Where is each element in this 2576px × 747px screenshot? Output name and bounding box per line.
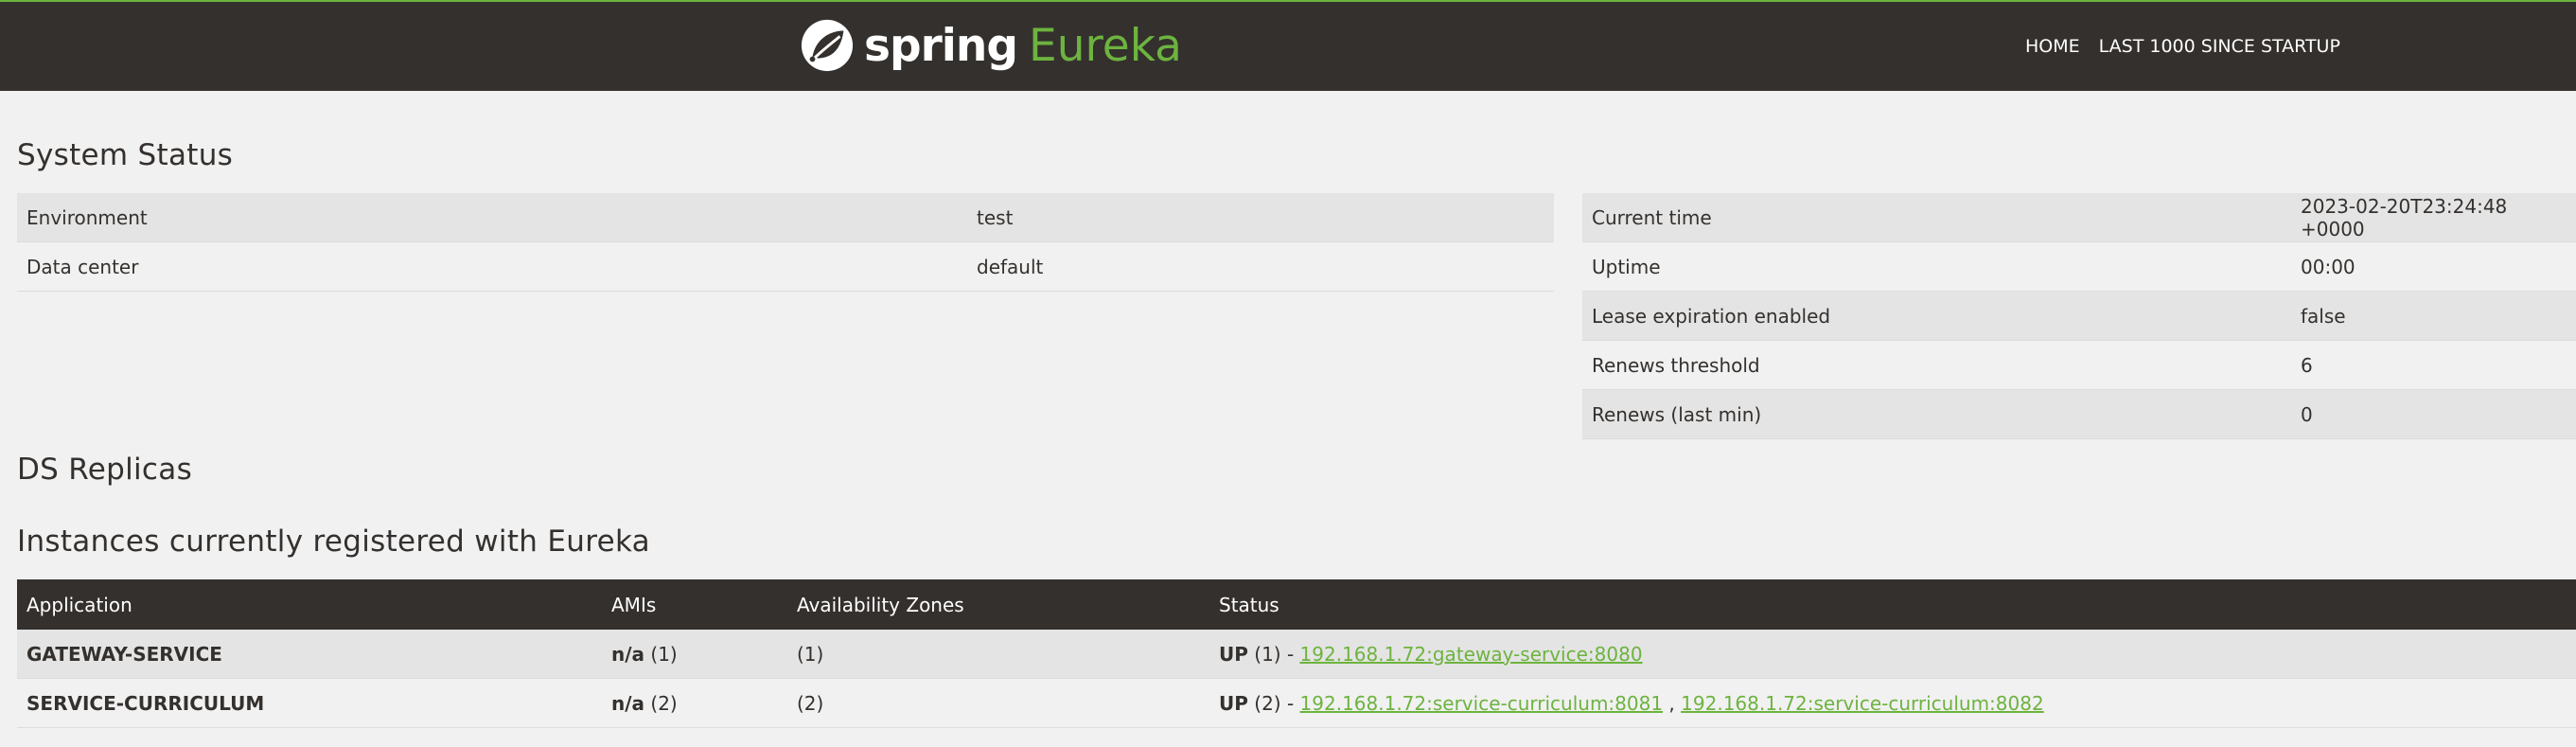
status-label: Uptime (1582, 241, 2291, 292)
status-up: UP (1219, 642, 1248, 666)
amis-count: (2) (644, 691, 678, 715)
nav-links: HOME LAST 1000 SINCE STARTUP (2025, 36, 2340, 57)
status-row-renews-last-min: Renews (last min) 0 (1582, 389, 2576, 439)
spring-eureka-logo[interactable]: spring Eureka (800, 17, 1182, 74)
amis-cell: n/a (2) (602, 678, 787, 728)
status-value: 2023-02-20T23:24:48 +0000 (2291, 193, 2576, 242)
instance-link[interactable]: 192.168.1.72:service-curriculum:8081 (1300, 692, 1664, 715)
status-cell: UP (1) - 192.168.1.72:gateway-service:80… (1209, 630, 2576, 679)
instances-header-row: Application AMIs Availability Zones Stat… (17, 579, 2576, 630)
col-header-availability-zones: Availability Zones (787, 579, 1209, 630)
amis-cell: n/a (1) (602, 630, 787, 679)
col-header-status: Status (1209, 579, 2576, 630)
link-separator: , (1663, 691, 1682, 715)
status-label: Data center (17, 241, 967, 292)
status-cell: UP (2) - 192.168.1.72:service-curriculum… (1209, 678, 2576, 728)
application-name: GATEWAY-SERVICE (17, 630, 602, 679)
system-status-right-table: Current time 2023-02-20T23:24:48 +0000 U… (1582, 193, 2576, 439)
amis-value: n/a (611, 642, 645, 666)
system-status-title: System Status (17, 138, 234, 172)
status-value: false (2291, 291, 2576, 341)
top-navbar: spring Eureka HOME LAST 1000 SINCE START… (0, 0, 2576, 91)
status-count: (2) - (1247, 691, 1300, 715)
status-value: default (967, 241, 1554, 292)
status-label: Lease expiration enabled (1582, 291, 2291, 341)
zones-cell: (1) (787, 630, 1209, 679)
instance-link[interactable]: 192.168.1.72:service-curriculum:8082 (1681, 692, 2044, 715)
status-label: Environment (17, 193, 967, 242)
status-row-uptime: Uptime 00:00 (1582, 241, 2576, 292)
status-row-renews-threshold: Renews threshold 6 (1582, 340, 2576, 390)
col-header-amis: AMIs (602, 579, 787, 630)
status-value: test (967, 193, 1554, 242)
brand-eureka-text: Eureka (1029, 19, 1182, 72)
application-name: SERVICE-CURRICULUM (17, 678, 602, 728)
table-row: GATEWAY-SERVICE n/a (1) (1) UP (1) - 192… (17, 630, 2576, 679)
system-status-left-table: Environment test Data center default (17, 193, 1554, 292)
col-header-application: Application (17, 579, 602, 630)
status-row-current-time: Current time 2023-02-20T23:24:48 +0000 (1582, 193, 2576, 242)
status-up: UP (1219, 691, 1248, 715)
zones-cell: (2) (787, 678, 1209, 728)
amis-count: (1) (644, 642, 678, 666)
instance-link[interactable]: 192.168.1.72:gateway-service:8080 (1300, 643, 1643, 666)
instances-table: Application AMIs Availability Zones Stat… (17, 579, 2576, 728)
brand-spring-text: spring (864, 19, 1018, 72)
status-label: Renews threshold (1582, 340, 2291, 390)
table-row: SERVICE-CURRICULUM n/a (2) (2) UP (2) - … (17, 678, 2576, 728)
status-value: 6 (2291, 340, 2576, 390)
status-label: Renews (last min) (1582, 389, 2291, 439)
amis-value: n/a (611, 691, 645, 715)
status-row-lease-expiration: Lease expiration enabled false (1582, 291, 2576, 341)
status-value: 00:00 (2291, 241, 2576, 292)
spring-leaf-icon (801, 19, 854, 72)
status-label: Current time (1582, 193, 2291, 242)
status-count: (1) - (1247, 642, 1300, 666)
ds-replicas-title: DS Replicas (17, 453, 193, 487)
nav-home-link[interactable]: HOME (2025, 36, 2080, 57)
instances-title: Instances currently registered with Eure… (17, 525, 650, 559)
nav-last-1000-link[interactable]: LAST 1000 SINCE STARTUP (2099, 36, 2340, 57)
status-row-environment: Environment test (17, 193, 1554, 242)
status-row-data-center: Data center default (17, 241, 1554, 292)
status-value: 0 (2291, 389, 2576, 439)
